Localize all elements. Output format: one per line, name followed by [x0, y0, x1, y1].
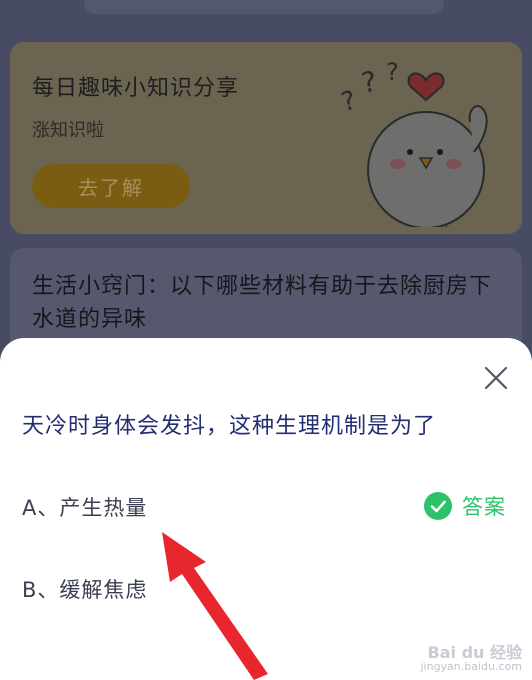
annotation-arrow-icon	[162, 532, 268, 680]
baidu-jingyan-watermark: Bai du 经验 jingyan.baidu.com	[420, 643, 522, 674]
answer-label: 答案	[462, 495, 506, 519]
top-banner-edge	[84, 0, 444, 14]
svg-text:?: ?	[359, 65, 379, 100]
quiz-question: 天冷时身体会发抖，这种生理机制是为了	[22, 414, 437, 439]
learn-more-button[interactable]: 去了解	[32, 164, 190, 208]
close-icon[interactable]	[482, 364, 510, 392]
svg-text:?: ?	[338, 85, 359, 118]
option-a-label: A、产生热量	[22, 496, 148, 520]
svg-text:?: ?	[386, 58, 399, 86]
promo-subtitle: 涨知识啦	[32, 120, 104, 141]
check-circle-icon	[424, 492, 452, 520]
watermark-url: jingyan.baidu.com	[420, 660, 522, 673]
life-tip-title: 生活小窍门：以下哪些材料有助于去除厨房下水道的异味	[32, 274, 493, 332]
watermark-brand: Bai du 经验	[427, 643, 522, 662]
daily-fun-fact-card[interactable]: 每日趣味小知识分享 涨知识啦 去了解 ? ? ?	[10, 42, 522, 234]
promo-title: 每日趣味小知识分享	[32, 76, 240, 101]
answer-indicator: 答案	[424, 490, 506, 522]
option-b-label: B、缓解焦虑	[22, 578, 148, 602]
chick-mascot-icon: ? ? ?	[338, 58, 488, 227]
